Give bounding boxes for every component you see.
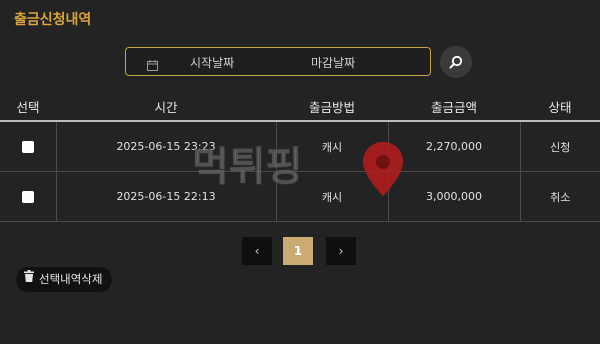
row-status: 신청 [520,121,600,172]
row-checkbox[interactable] [21,191,34,203]
withdrawal-table: 선택 시간 출금방법 출금금액 상태 2025-06-15 23:23 캐시 2… [0,93,600,222]
row-method: 캐시 [276,121,389,172]
calendar-icon [147,56,158,71]
row-amount: 2,270,000 [388,121,521,172]
row-select-cell [0,121,57,172]
search-button[interactable] [440,46,472,78]
page-title: 출금신청내역 [14,12,92,28]
table-row: 2025-06-15 22:13 캐시 3,000,000 취소 [0,171,600,222]
withdrawal-history-page: 출금신청내역 시작날짜 마감날짜 선택 시간 출금방법 출금금액 상태 2025… [0,0,600,344]
header-time: 시간 [56,93,276,122]
row-time: 2025-06-15 22:13 [56,171,277,222]
delete-selected-label: 선택내역삭제 [39,272,103,286]
start-date-input[interactable]: 시작날짜 [190,54,234,71]
header-amount: 출금금액 [388,93,520,122]
page-1-button[interactable]: 1 [283,237,313,265]
prev-page-button[interactable]: ‹ [242,237,272,265]
table-row: 2025-06-15 23:23 캐시 2,270,000 신청 [0,121,600,172]
header-method: 출금방법 [276,93,388,122]
search-icon [449,55,463,69]
row-time: 2025-06-15 23:23 [56,121,277,172]
row-select-cell [0,171,57,222]
row-checkbox[interactable] [21,141,34,153]
header-status: 상태 [520,93,600,122]
row-method: 캐시 [276,171,389,222]
delete-selected-button[interactable]: 선택내역삭제 [16,266,113,292]
table-header-row: 선택 시간 출금방법 출금금액 상태 [0,93,600,122]
trash-icon [24,266,34,291]
date-range-picker[interactable]: 시작날짜 마감날짜 [125,47,431,76]
header-select: 선택 [0,93,56,122]
end-date-input[interactable]: 마감날짜 [311,54,355,71]
next-page-button[interactable]: › [326,237,356,265]
row-status: 취소 [520,171,600,222]
row-amount: 3,000,000 [388,171,521,222]
